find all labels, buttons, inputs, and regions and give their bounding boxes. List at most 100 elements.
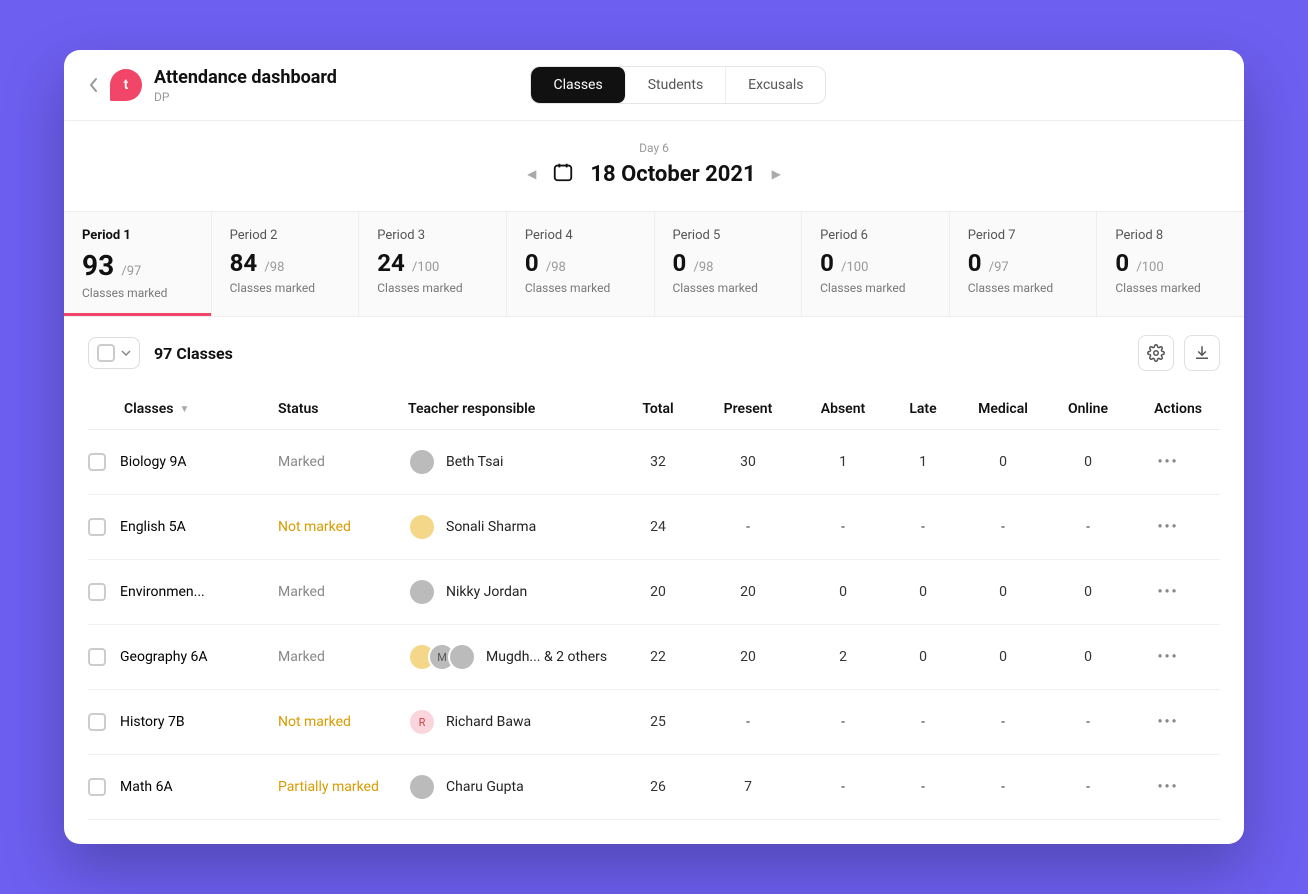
- teacher-name: Richard Bawa: [446, 714, 531, 730]
- master-checkbox[interactable]: [97, 344, 115, 362]
- cell-class: Biology 9A: [88, 453, 278, 471]
- chevron-left-icon: [88, 77, 98, 93]
- cell-status: Partially marked: [278, 779, 408, 795]
- avatar: [408, 773, 436, 801]
- cell-present: 20: [698, 584, 798, 600]
- cell-class: Math 6A: [88, 778, 278, 796]
- row-checkbox[interactable]: [88, 453, 106, 471]
- col-total[interactable]: Total: [618, 401, 698, 417]
- avatar: R: [408, 708, 436, 736]
- avatar-stack: R: [408, 708, 436, 736]
- download-icon: [1193, 344, 1211, 362]
- cell-absent: 0: [798, 584, 888, 600]
- row-actions-button[interactable]: •••: [1128, 454, 1208, 470]
- col-late[interactable]: Late: [888, 401, 958, 417]
- cell-absent: -: [798, 714, 888, 730]
- teacher-name: Beth Tsai: [446, 454, 503, 470]
- avatar: [408, 448, 436, 476]
- page-title: Attendance dashboard: [154, 67, 337, 88]
- day-label: Day 6: [64, 141, 1244, 155]
- row-actions-button[interactable]: •••: [1128, 649, 1208, 665]
- period-sub: Classes marked: [82, 286, 193, 300]
- period-1[interactable]: Period 193 /97Classes marked: [64, 212, 212, 316]
- date-prev-button[interactable]: ◀: [527, 167, 536, 181]
- period-6[interactable]: Period 60 /100Classes marked: [802, 212, 950, 316]
- period-label: Period 5: [673, 228, 784, 243]
- period-label: Period 2: [230, 228, 341, 243]
- period-7[interactable]: Period 70 /97Classes marked: [950, 212, 1098, 316]
- cell-teacher: Charu Gupta: [408, 773, 618, 801]
- class-name: Math 6A: [120, 779, 173, 795]
- col-online[interactable]: Online: [1048, 401, 1128, 417]
- avatar: [408, 578, 436, 606]
- period-count: 0: [673, 249, 687, 277]
- cell-total: 26: [618, 779, 698, 795]
- tab-students[interactable]: Students: [626, 67, 726, 103]
- class-name: History 7B: [120, 714, 185, 730]
- row-actions-button[interactable]: •••: [1128, 779, 1208, 795]
- cell-late: -: [888, 714, 958, 730]
- date-text: 18 October 2021: [590, 162, 755, 187]
- period-5[interactable]: Period 50 /98Classes marked: [655, 212, 803, 316]
- tab-excusals[interactable]: Excusals: [726, 67, 825, 103]
- date-row: ◀ 18 October 2021 ▶: [64, 161, 1244, 187]
- cell-class: History 7B: [88, 713, 278, 731]
- cell-absent: 1: [798, 454, 888, 470]
- col-classes[interactable]: Classes ▼: [88, 401, 278, 417]
- cell-status: Marked: [278, 454, 408, 470]
- classes-count: 97 Classes: [154, 344, 233, 363]
- cell-absent: 2: [798, 649, 888, 665]
- period-2[interactable]: Period 284 /98Classes marked: [212, 212, 360, 316]
- row-checkbox[interactable]: [88, 583, 106, 601]
- col-absent[interactable]: Absent: [798, 401, 888, 417]
- cell-total: 32: [618, 454, 698, 470]
- period-label: Period 1: [82, 228, 193, 243]
- date-next-button[interactable]: ▶: [772, 167, 781, 181]
- class-name: Biology 9A: [120, 454, 186, 470]
- cell-total: 22: [618, 649, 698, 665]
- period-sub: Classes marked: [968, 281, 1079, 295]
- col-status[interactable]: Status: [278, 401, 408, 417]
- tab-classes[interactable]: Classes: [531, 67, 625, 103]
- avatar-stack: [408, 578, 436, 606]
- back-button[interactable]: [88, 77, 98, 93]
- cell-medical: -: [958, 519, 1048, 535]
- avatar-stack: M: [408, 643, 476, 671]
- col-medical[interactable]: Medical: [958, 401, 1048, 417]
- row-actions-button[interactable]: •••: [1128, 714, 1208, 730]
- row-checkbox[interactable]: [88, 713, 106, 731]
- period-count: 0: [1115, 249, 1129, 277]
- period-8[interactable]: Period 80 /100Classes marked: [1097, 212, 1244, 316]
- row-actions-button[interactable]: •••: [1128, 584, 1208, 600]
- download-button[interactable]: [1184, 335, 1220, 371]
- cell-online: -: [1048, 519, 1128, 535]
- calendar-icon[interactable]: [552, 161, 574, 187]
- toolbar-right: [1138, 335, 1220, 371]
- col-teacher[interactable]: Teacher responsible: [408, 401, 618, 417]
- cell-present: 30: [698, 454, 798, 470]
- master-checkbox-dropdown[interactable]: [88, 337, 140, 369]
- avatar-stack: [408, 773, 436, 801]
- row-actions-button[interactable]: •••: [1128, 519, 1208, 535]
- cell-medical: 0: [958, 649, 1048, 665]
- row-checkbox[interactable]: [88, 518, 106, 536]
- period-sub: Classes marked: [377, 281, 488, 295]
- row-checkbox[interactable]: [88, 648, 106, 666]
- period-4[interactable]: Period 40 /98Classes marked: [507, 212, 655, 316]
- class-name: English 5A: [120, 519, 186, 535]
- cell-medical: 0: [958, 584, 1048, 600]
- cell-teacher: R Richard Bawa: [408, 708, 618, 736]
- settings-button[interactable]: [1138, 335, 1174, 371]
- period-3[interactable]: Period 324 /100Classes marked: [359, 212, 507, 316]
- avatar: [448, 643, 476, 671]
- cell-teacher: MMugdh... & 2 others: [408, 643, 618, 671]
- cell-present: 7: [698, 779, 798, 795]
- cell-absent: -: [798, 519, 888, 535]
- app-window: t Attendance dashboard DP Classes Studen…: [64, 50, 1244, 844]
- title-block: Attendance dashboard DP: [154, 67, 337, 104]
- table-row: Math 6APartially markedCharu Gupta267---…: [88, 755, 1220, 820]
- period-count: 24: [377, 249, 405, 277]
- row-checkbox[interactable]: [88, 778, 106, 796]
- period-count: 0: [525, 249, 539, 277]
- col-present[interactable]: Present: [698, 401, 798, 417]
